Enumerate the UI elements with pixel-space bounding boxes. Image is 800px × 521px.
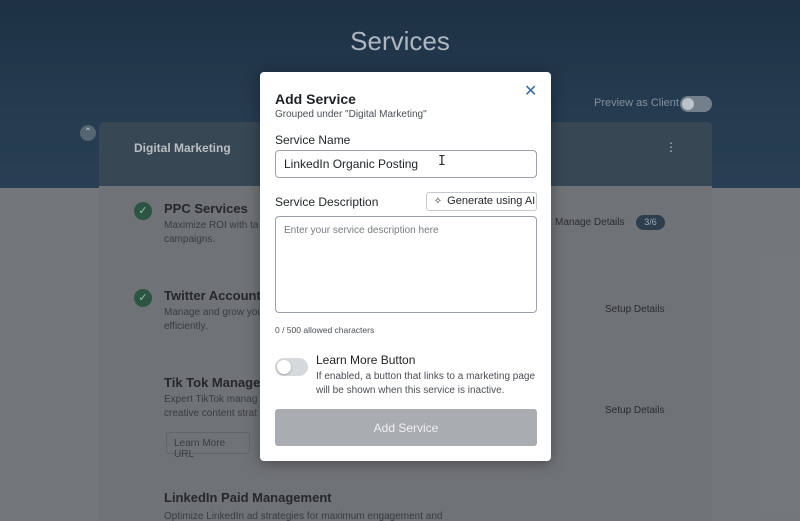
close-icon[interactable]: ✕ xyxy=(524,84,538,100)
generate-ai-button[interactable]: ✧ Generate using AI xyxy=(426,192,537,211)
add-service-button[interactable]: Add Service xyxy=(275,409,537,446)
modal-subtitle: Grouped under "Digital Marketing" xyxy=(275,109,427,120)
learn-more-description: If enabled, a button that links to a mar… xyxy=(316,371,536,396)
learn-more-toggle[interactable] xyxy=(275,358,308,376)
service-name-input[interactable] xyxy=(275,150,537,178)
character-count: 0 / 500 allowed characters xyxy=(275,325,375,335)
sparkle-icon: ✧ xyxy=(433,196,443,207)
generate-ai-label: Generate using AI xyxy=(447,195,536,207)
service-description-label: Service Description xyxy=(275,195,379,209)
text-cursor-icon: I xyxy=(438,154,446,169)
learn-more-title: Learn More Button xyxy=(316,353,416,367)
service-description-textarea[interactable] xyxy=(275,216,537,313)
service-name-label: Service Name xyxy=(275,133,351,147)
modal-title: Add Service xyxy=(275,91,356,107)
add-service-modal: Add Service Grouped under "Digital Marke… xyxy=(260,72,551,461)
